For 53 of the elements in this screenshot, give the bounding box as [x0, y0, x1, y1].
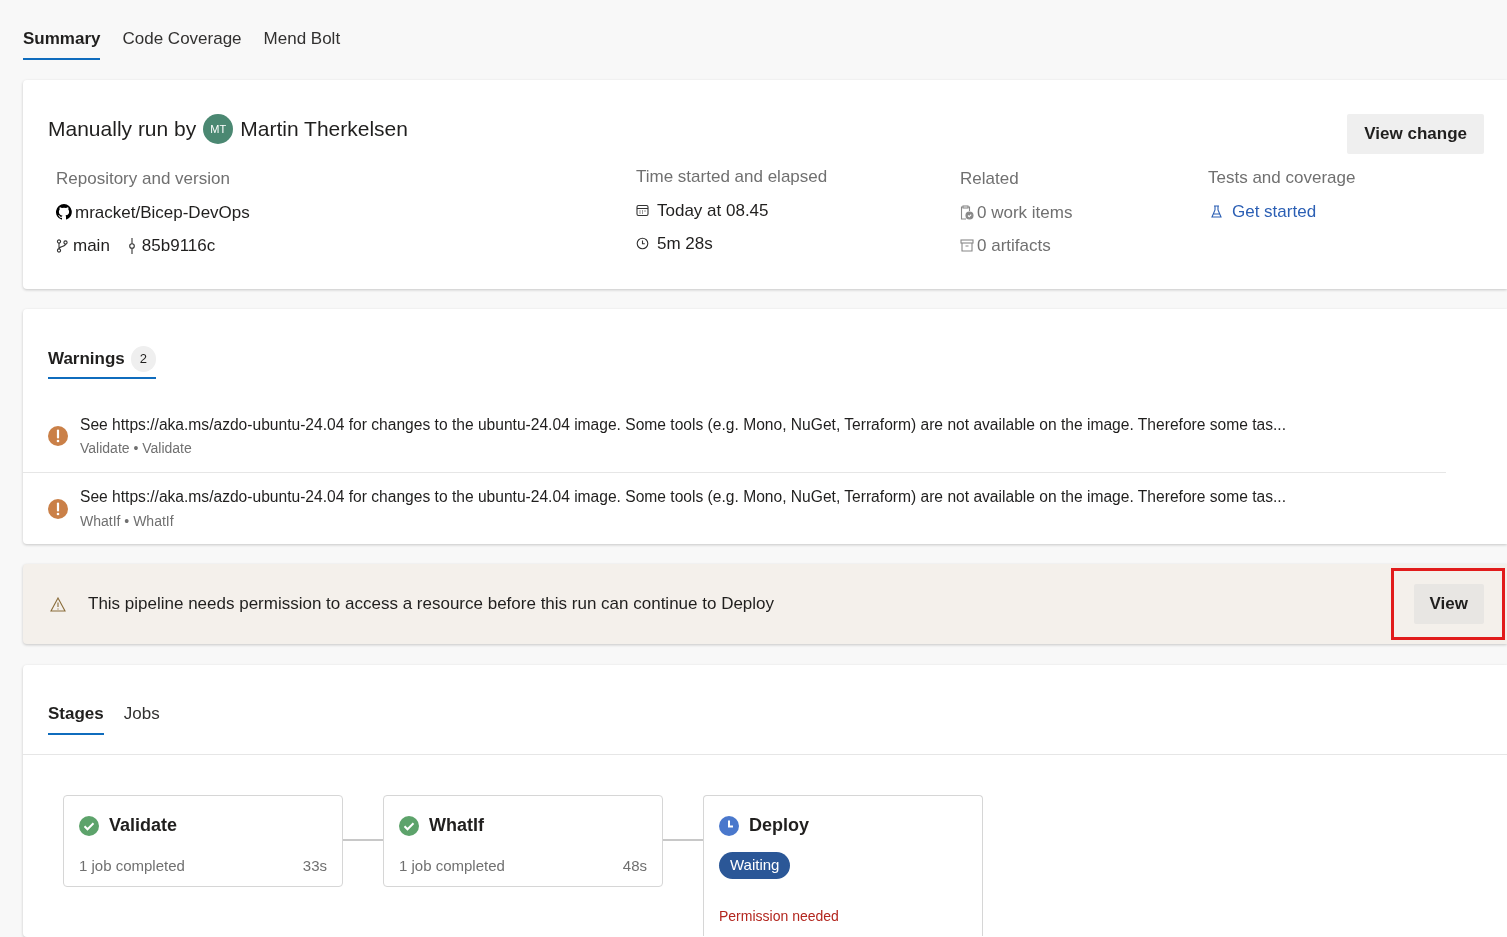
view-change-button[interactable]: View change — [1347, 114, 1484, 154]
stage-summary: 1 job completed — [399, 856, 505, 876]
commit-icon — [126, 237, 137, 254]
warning-message: See https://aka.ms/azdo-ubuntu-24.04 for changes to the ubuntu-24.04 image. Some tools (e.g. Mono, NuGet, Terraform) are not available on the image. Therefore some tas... — [80, 487, 1287, 508]
user-avatar: MT — [203, 114, 234, 144]
commit-hash: 85b9116c — [141, 235, 216, 257]
warning-triangle-icon — [50, 596, 66, 612]
stage-card[interactable]: Deploy Waiting Permission needed — [703, 795, 983, 936]
warnings-label: Warnings — [48, 348, 125, 371]
banner-message: This pipeline needs permission to access a resource before this run can continue to Deploy — [88, 593, 776, 616]
work-items-count: 0 work items — [977, 201, 1073, 224]
stage-duration: 33s — [302, 856, 327, 876]
section-heading: Repository and version — [56, 168, 231, 190]
warnings-tab[interactable]: Warnings 2 — [48, 341, 157, 379]
stage-card[interactable]: Validate 1 job completed 33s — [63, 795, 343, 887]
github-icon — [56, 204, 72, 221]
branch-name: main — [73, 235, 110, 257]
artifacts-count: 0 artifacts — [977, 235, 1051, 257]
clock-icon — [636, 237, 649, 251]
warning-message: See https://aka.ms/azdo-ubuntu-24.04 for changes to the ubuntu-24.04 image. Some tools (e.g. Mono, NuGet, Terraform) are not available on the image. Therefore some tas... — [80, 414, 1287, 435]
warning-source: Validate • Validate — [80, 439, 193, 459]
warnings-count: 2 — [130, 346, 157, 372]
stage-name: Validate — [109, 814, 178, 837]
stage-duration: 48s — [622, 856, 647, 876]
calendar-icon — [636, 203, 649, 217]
clipboard-icon — [960, 204, 974, 220]
user-name[interactable]: Martin Therkelsen — [240, 113, 408, 145]
stage-name: WhatIf — [429, 814, 484, 837]
elapsed-time: 5m 28s — [657, 233, 713, 255]
repository-name: mracket/Bicep-DevOps — [75, 201, 250, 224]
tab[interactable]: Summary — [23, 20, 101, 60]
stage-card[interactable]: WhatIf 1 job completed 48s — [383, 795, 663, 887]
section-heading: Related — [960, 168, 1020, 190]
run-by-label: Manually run by — [48, 116, 197, 143]
warning-icon — [48, 498, 68, 519]
stage-summary: 1 job completed — [79, 856, 185, 876]
tab[interactable]: Code Coverage — [122, 20, 242, 60]
box-icon — [960, 239, 974, 253]
get-started-link[interactable]: Get started — [1232, 198, 1317, 224]
tab[interactable]: Mend Bolt — [263, 20, 341, 60]
view-button[interactable]: View — [1413, 584, 1484, 624]
start-time: Today at 08.45 — [657, 199, 769, 222]
tab[interactable]: Stages — [48, 695, 104, 735]
status-badge: Waiting — [719, 852, 791, 879]
section-heading: Tests and coverage — [1208, 167, 1357, 189]
tab[interactable]: Jobs — [123, 695, 160, 735]
stage-note: Permission needed — [719, 906, 840, 926]
warning-icon — [48, 426, 68, 446]
section-heading: Time started and elapsed — [636, 166, 829, 188]
branch-icon — [56, 238, 68, 253]
warning-source: WhatIf • WhatIf — [80, 511, 175, 531]
stage-name: Deploy — [749, 814, 809, 837]
flask-icon — [1211, 204, 1222, 218]
